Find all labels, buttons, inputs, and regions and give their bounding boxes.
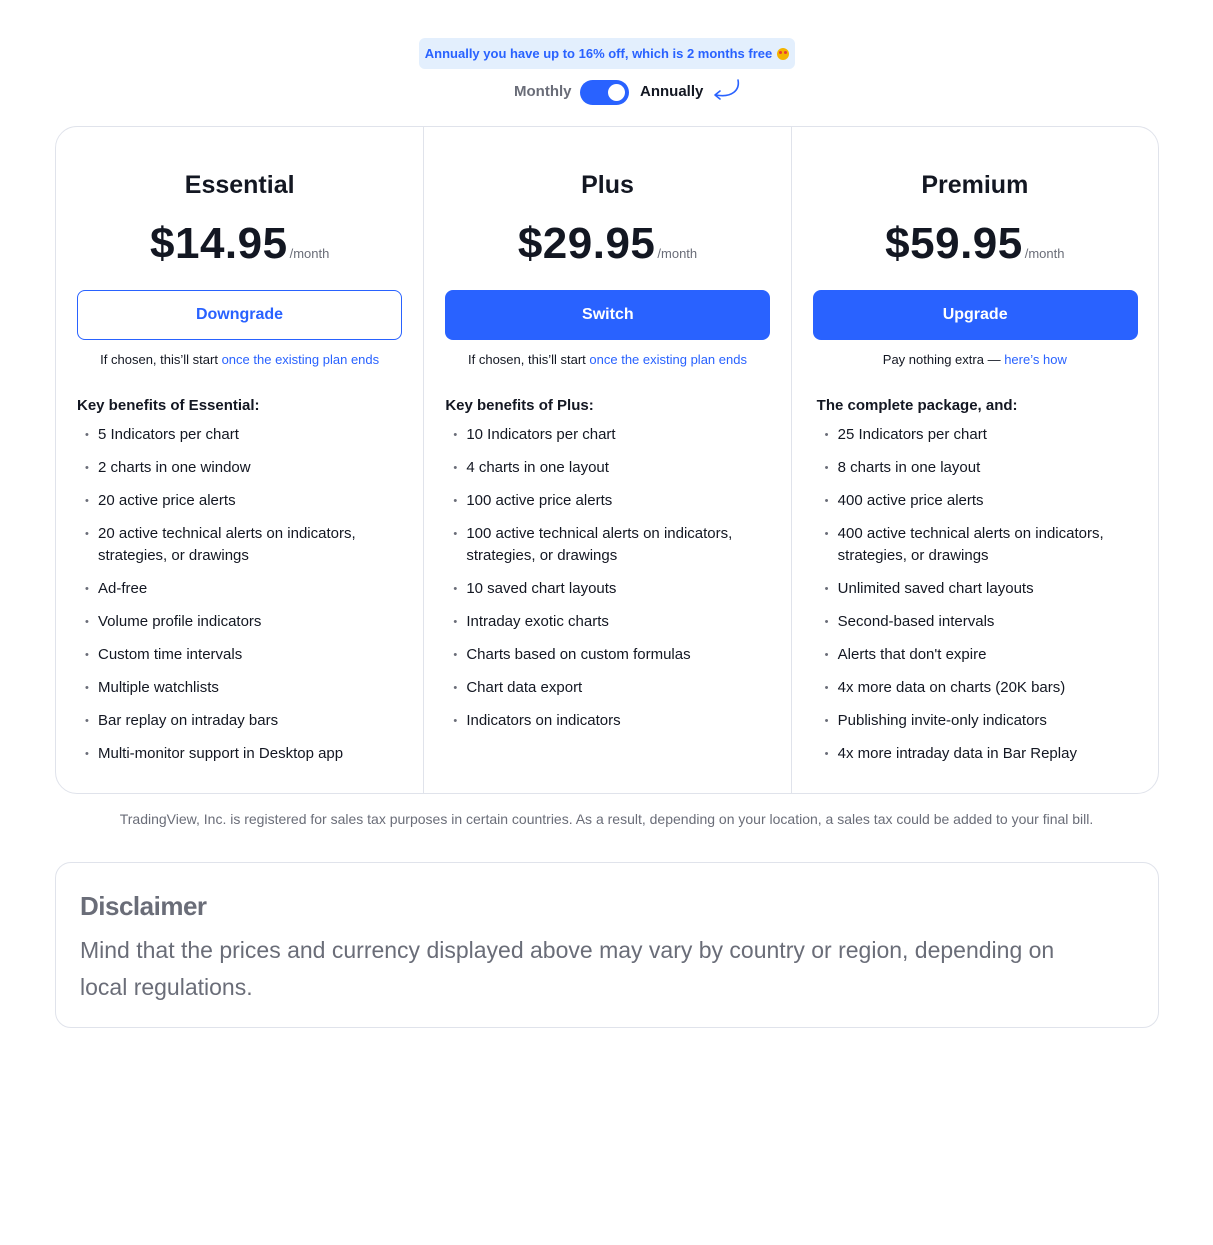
plan-name: Premium	[921, 171, 1029, 199]
plan-price: $14.95	[150, 219, 288, 268]
benefit-item: Alerts that don't expire	[817, 644, 1137, 666]
benefits-heading: The complete package, and:	[816, 397, 1018, 414]
benefit-item: 10 saved chart layouts	[445, 578, 765, 600]
plan-note-text: Pay nothing extra —	[882, 352, 1001, 367]
plan-note-link[interactable]: once the existing plan ends	[222, 352, 380, 367]
plan-note: If chosen, this’ll start once the existi…	[56, 352, 423, 367]
benefit-item: 100 active technical alerts on indicator…	[445, 523, 765, 567]
plan-name: Plus	[581, 171, 634, 199]
discount-banner: Annually you have up to 16% off, which i…	[419, 38, 795, 69]
switch-button[interactable]: Switch	[445, 290, 771, 340]
discount-banner-text: Annually you have up to 16% off, which i…	[424, 46, 773, 61]
benefit-item: Second-based intervals	[817, 611, 1137, 633]
benefit-item: Ad-free	[77, 578, 397, 600]
benefit-item: Indicators on indicators	[445, 710, 765, 732]
benefit-item: 8 charts in one layout	[817, 457, 1137, 479]
benefit-item: Volume profile indicators	[77, 611, 397, 633]
plan-card-essential: Essential $14.95 /month Downgrade If cho…	[56, 127, 423, 793]
benefit-item: 4x more data on charts (20K bars)	[817, 677, 1137, 699]
disclaimer-box: Disclaimer Mind that the prices and curr…	[55, 862, 1159, 1028]
benefit-item: Charts based on custom formulas	[445, 644, 765, 666]
benefit-item: Bar replay on intraday bars	[77, 710, 397, 732]
benefit-item: Multi-monitor support in Desktop app	[77, 743, 397, 765]
benefit-item: 25 Indicators per chart	[817, 424, 1137, 446]
plans-container: Essential $14.95 /month Downgrade If cho…	[55, 126, 1159, 794]
plan-note-text: If chosen, this’ll start	[100, 352, 218, 367]
sales-tax-note: TradingView, Inc. is registered for sale…	[119, 811, 1094, 827]
plan-price: $29.95	[517, 219, 656, 268]
benefit-item: Unlimited saved chart layouts	[817, 578, 1137, 600]
price-period: /month	[1024, 246, 1065, 261]
plan-note-link[interactable]: here’s how	[1004, 352, 1067, 367]
benefit-item: 10 Indicators per chart	[445, 424, 765, 446]
plan-note-text: If chosen, this’ll start	[468, 352, 586, 367]
heart-eyes-emoji-icon	[777, 47, 790, 60]
curved-arrow-icon	[714, 79, 740, 100]
benefit-item: Intraday exotic charts	[445, 611, 765, 633]
price-row: $14.95 /month	[56, 219, 423, 269]
benefit-item: 4 charts in one layout	[445, 457, 765, 479]
benefit-item: Chart data export	[445, 677, 765, 699]
price-period: /month	[657, 246, 698, 261]
price-row: $59.95 /month	[792, 219, 1158, 269]
plan-note: If chosen, this’ll start once the existi…	[424, 352, 790, 367]
benefit-item: 20 active price alerts	[77, 490, 397, 512]
benefit-item: 20 active technical alerts on indicators…	[77, 523, 397, 567]
plan-price: $59.95	[885, 219, 1023, 268]
downgrade-button[interactable]: Downgrade	[77, 290, 402, 340]
disclaimer-text: Mind that the prices and currency displa…	[80, 937, 1055, 1000]
benefit-item: 400 active technical alerts on indicator…	[817, 523, 1137, 567]
annually-label[interactable]: Annually	[640, 83, 703, 100]
benefit-item: Multiple watchlists	[77, 677, 397, 699]
billing-toggle: Monthly Annually	[0, 78, 1213, 106]
benefit-item: 400 active price alerts	[817, 490, 1137, 512]
plan-card-premium: Premium $59.95 /month Upgrade Pay nothin…	[790, 127, 1158, 793]
plan-note-link[interactable]: once the existing plan ends	[589, 352, 747, 367]
benefit-item: Publishing invite-only indicators	[817, 710, 1137, 732]
billing-period-switch[interactable]	[580, 80, 629, 105]
price-period: /month	[289, 246, 330, 261]
benefits-heading: Key benefits of Essential:	[77, 397, 260, 414]
benefit-item: 100 active price alerts	[445, 490, 765, 512]
benefit-item: 5 Indicators per chart	[77, 424, 397, 446]
plan-name: Essential	[184, 171, 295, 199]
benefits-list: 10 Indicators per chart 4 charts in one …	[445, 424, 765, 743]
upgrade-button[interactable]: Upgrade	[812, 290, 1138, 340]
price-row: $29.95 /month	[424, 219, 790, 269]
benefits-list: 25 Indicators per chart 8 charts in one …	[817, 424, 1137, 776]
benefits-heading: Key benefits of Plus:	[445, 397, 594, 414]
benefit-item: Custom time intervals	[77, 644, 397, 666]
plan-note: Pay nothing extra — here’s how	[792, 352, 1158, 367]
benefit-item: 2 charts in one window	[77, 457, 397, 479]
plan-card-plus: Plus $29.95 /month Switch If chosen, thi…	[423, 127, 790, 793]
benefits-list: 5 Indicators per chart 2 charts in one w…	[77, 424, 397, 776]
disclaimer-title: Disclaimer	[80, 891, 207, 921]
switch-knob	[608, 84, 625, 101]
benefit-item: 4x more intraday data in Bar Replay	[817, 743, 1137, 765]
monthly-label[interactable]: Monthly	[514, 83, 572, 100]
